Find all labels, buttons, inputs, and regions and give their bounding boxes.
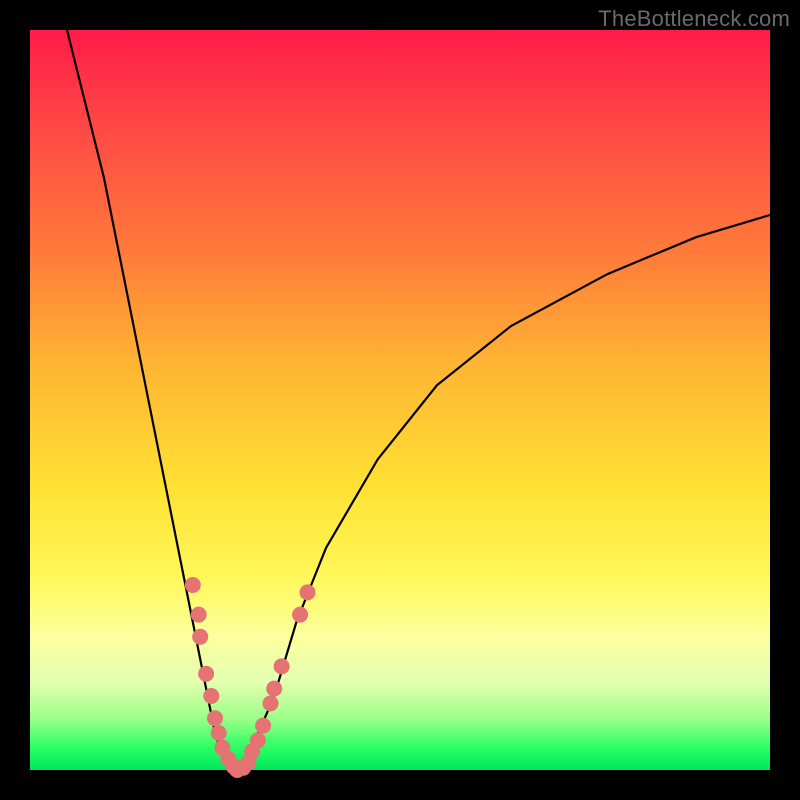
dot [263, 695, 279, 711]
chart-frame: TheBottleneck.com [0, 0, 800, 800]
dot [266, 681, 282, 697]
dot [207, 710, 223, 726]
dot [274, 658, 290, 674]
dot [211, 725, 227, 741]
dot [198, 666, 214, 682]
plot-area [30, 30, 770, 770]
curve-right [237, 215, 770, 770]
dot [191, 607, 207, 623]
dot [203, 688, 219, 704]
dot [192, 629, 208, 645]
dot [300, 584, 316, 600]
curve-svg [30, 30, 770, 770]
dot [185, 577, 201, 593]
watermark-text: TheBottleneck.com [598, 6, 790, 32]
dot [255, 718, 271, 734]
dot [292, 607, 308, 623]
highlight-dots [185, 577, 316, 778]
dot [250, 732, 266, 748]
curve-left [67, 30, 237, 770]
